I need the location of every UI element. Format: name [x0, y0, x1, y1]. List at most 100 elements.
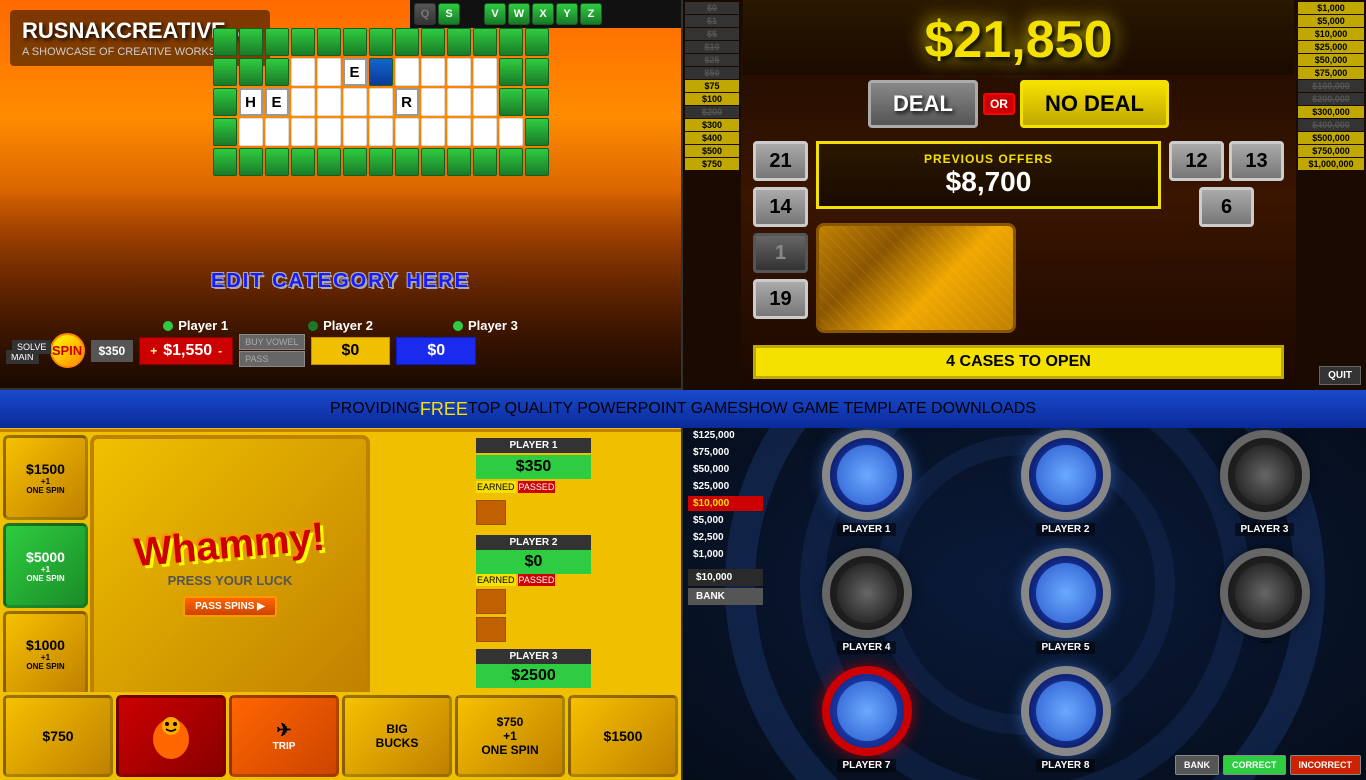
- luck-bottom-big-bucks[interactable]: BIGBUCKS: [342, 695, 452, 777]
- solve-label[interactable]: SOLVE: [12, 340, 51, 354]
- quit-button[interactable]: QUIT: [1319, 366, 1361, 385]
- player4-buzzer-label: PLAYER 4: [837, 641, 897, 654]
- player2-buzzer[interactable]: PLAYER 2: [972, 430, 1159, 536]
- luck-cell-5000-spin[interactable]: $5000 +1ONE SPIN: [3, 523, 88, 608]
- deal-button[interactable]: DEAL: [868, 80, 978, 128]
- luck-bottom-trip[interactable]: ✈ TRIP: [229, 695, 339, 777]
- wof-puzzle-board: E H E R: [90, 28, 671, 176]
- luck-bottom-row: $750 ✈ TRIP BIGBUCKS $750+1ONE SPIN: [0, 692, 681, 780]
- player8-ring[interactable]: [1021, 666, 1111, 756]
- player2-indicator: Player 2: [308, 318, 373, 333]
- j-125k: $125,000: [688, 428, 763, 443]
- j-1k: $1,000: [688, 547, 763, 562]
- case-12[interactable]: 12: [1169, 141, 1224, 181]
- money-0: $0: [685, 2, 739, 14]
- luck-cell-1500-spin[interactable]: $1500 +1ONE SPIN: [3, 435, 88, 520]
- player3-score-section: PLAYER 3 $2500: [476, 649, 591, 688]
- no-deal-button[interactable]: NO DEAL: [1020, 80, 1169, 128]
- luck-player-scores: PLAYER 1 $350 EARNED PASSED PLAYER 2 $0 …: [476, 438, 591, 688]
- solve-main-btns: SOLVE MAIN: [6, 338, 39, 364]
- press-your-luck-panel: $1500 +1ONE SPIN $750: [0, 390, 683, 780]
- player4-inner: [837, 563, 897, 623]
- money-10k: $10,000: [1298, 28, 1364, 40]
- player7-buzzer[interactable]: PLAYER 7: [773, 666, 960, 772]
- deal-main-content: $21,850 DEAL OR NO DEAL 21 14 1 19 PREVI…: [743, 0, 1294, 379]
- case-13[interactable]: 13: [1229, 141, 1284, 181]
- wof-category[interactable]: EDIT CATEGORY HERE: [0, 270, 681, 293]
- banner-text-pre: PROVIDING: [330, 400, 420, 418]
- case-19[interactable]: 19: [753, 279, 808, 319]
- alpha-v: V: [484, 3, 506, 25]
- player6-buzzer: [1171, 548, 1358, 654]
- joker-money-column: $125,000 $75,000 $50,000 $25,000 $10,000…: [688, 428, 763, 740]
- player1-buzzer[interactable]: PLAYER 1: [773, 430, 960, 536]
- wof-bottom-deco: [90, 148, 671, 176]
- player1-score-header: PLAYER 1: [476, 438, 591, 453]
- luck-bottom-750-spin[interactable]: $750+1ONE SPIN: [455, 695, 565, 777]
- case-1: 1: [753, 233, 808, 273]
- player3-inner: [1235, 445, 1295, 505]
- alpha-x: X: [532, 3, 554, 25]
- player2-ring[interactable]: [1021, 430, 1111, 520]
- player7-ring[interactable]: [822, 666, 912, 756]
- player1-ring[interactable]: [822, 430, 912, 520]
- buy-vowel-button[interactable]: BUY VOWEL: [239, 334, 304, 350]
- player5-inner: [1036, 563, 1096, 623]
- player6-ring: [1220, 548, 1310, 638]
- promo-banner: PROVIDING FREE TOP QUALITY POWERPOINT GA…: [0, 390, 1366, 428]
- wof-top-deco: [90, 28, 671, 56]
- player1-inner: [837, 445, 897, 505]
- j-bank-label: BANK: [688, 588, 763, 605]
- case-21[interactable]: 21: [753, 141, 808, 181]
- money-1m: $1,000,000: [1298, 158, 1364, 170]
- money-25: $25: [685, 54, 739, 66]
- money-200k: $200,000: [1298, 93, 1364, 105]
- player1-indicator: Player 1: [163, 318, 228, 333]
- luck-cell-1000-spin-b[interactable]: $1000 +1ONE SPIN: [3, 611, 88, 696]
- player3-ring: [1220, 430, 1310, 520]
- alpha-q: Q: [414, 3, 436, 25]
- money-75: $75: [685, 80, 739, 92]
- money-500: $500: [685, 145, 739, 157]
- player1-badges: EARNED PASSED: [476, 481, 591, 493]
- spin-button[interactable]: SPIN: [50, 333, 85, 368]
- player8-buzzer[interactable]: PLAYER 8: [972, 666, 1159, 772]
- press-your-luck-subtitle: PRESS YOUR LUCK: [168, 573, 293, 588]
- money-75k: $75,000: [1298, 67, 1364, 79]
- luck-bottom-750[interactable]: $750: [3, 695, 113, 777]
- player5-buzzer[interactable]: PLAYER 5: [972, 548, 1159, 654]
- money-100k: $100,000: [1298, 80, 1364, 92]
- player7-buzzer-label: PLAYER 7: [837, 759, 897, 772]
- player7-inner: [837, 681, 897, 741]
- joker-panel: ROUND: 4 TIMER $375,000 POT $125,000 $75…: [683, 390, 1366, 780]
- luck-bottom-1500[interactable]: $1500: [568, 695, 678, 777]
- money-5k: $5,000: [1298, 15, 1364, 27]
- case-14[interactable]: 14: [753, 187, 808, 227]
- wof-row1: E: [90, 58, 671, 86]
- money-1: $1: [685, 15, 739, 27]
- player1-earned: EARNED: [476, 481, 516, 493]
- deal-cases-left: 21 14 1 19: [753, 141, 808, 333]
- deal-cases-area: 21 14 1 19 PREVIOUS OFFERS $8,700: [743, 133, 1294, 341]
- previous-offers-box: PREVIOUS OFFERS $8,700: [816, 141, 1161, 209]
- pass-button[interactable]: PASS: [239, 351, 304, 367]
- player4-ring: [822, 548, 912, 638]
- wof-row3: [90, 118, 671, 146]
- deal-center-area: PREVIOUS OFFERS $8,700: [816, 141, 1161, 333]
- player5-ring[interactable]: [1021, 548, 1111, 638]
- player1-label: Player 1: [178, 318, 228, 333]
- prev-offers-title: PREVIOUS OFFERS: [834, 152, 1143, 166]
- j-10k-active: $10,000: [688, 496, 763, 511]
- banner-text-post: TOP QUALITY POWERPOINT GAMESHOW GAME TEM…: [468, 400, 1036, 418]
- money-10: $10: [685, 41, 739, 53]
- player2-score-val: $0: [476, 550, 591, 574]
- player1-score: $1,550: [163, 342, 212, 360]
- case-6[interactable]: 6: [1199, 187, 1254, 227]
- whammy-small-icon-2: [476, 589, 506, 614]
- whammy-title: Whammy!: [133, 515, 327, 576]
- deal-current-amount: $21,850: [743, 0, 1294, 75]
- pass-spins-button[interactable]: PASS SPINS ▶: [183, 596, 277, 617]
- wof-players-row: Player 1 Player 2 Player 3: [0, 318, 681, 333]
- player3-label: Player 3: [468, 318, 518, 333]
- empty-cell: [1171, 666, 1358, 772]
